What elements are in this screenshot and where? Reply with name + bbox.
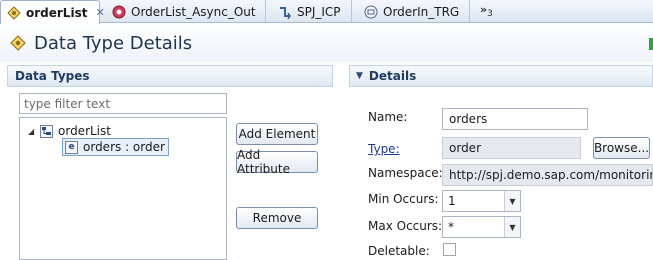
tree-item-orders[interactable]: e orders : order — [62, 138, 169, 156]
deletable-checkbox[interactable] — [443, 243, 456, 256]
tab-orderlist[interactable]: orderList ✕ — [0, 0, 105, 24]
min-occurs-combo[interactable]: 1 ▼ — [442, 190, 521, 212]
form-header: Data Type Details — [0, 24, 653, 62]
section-title: Details — [368, 69, 417, 83]
close-icon[interactable]: ✕ — [95, 6, 104, 19]
chevron-down-icon[interactable]: ▼ — [504, 191, 520, 211]
tab-overflow-button[interactable]: »3 — [480, 3, 493, 19]
mapping-icon — [278, 5, 292, 19]
page-title: Data Type Details — [34, 32, 193, 54]
editor-tab-bar: orderList ✕ OrderList_Async_Out SPJ_ICP … — [0, 0, 653, 24]
data-type-icon — [10, 35, 26, 51]
service-interface-icon — [112, 5, 126, 19]
name-input[interactable]: orders — [442, 108, 588, 130]
section-title: Data Types — [15, 69, 90, 83]
add-element-button[interactable]: Add Element — [236, 123, 318, 145]
overflow-count: 3 — [487, 9, 493, 20]
namespace-field: http://spj.demo.sap.com/monitoring — [442, 164, 653, 186]
max-occurs-label: Max Occurs: — [368, 219, 443, 233]
type-field: order — [442, 137, 581, 159]
namespace-value: http://spj.demo.sap.com/monitoring — [449, 168, 653, 182]
data-type-icon — [7, 5, 21, 20]
tree-item-label: orderList — [58, 124, 111, 138]
browse-button[interactable]: Browse... — [593, 137, 650, 159]
data-types-section-header: Data Types — [7, 65, 333, 87]
tab-orderlist-async-out[interactable]: OrderList_Async_Out — [106, 0, 266, 23]
message-type-icon — [364, 5, 378, 19]
tab-label: OrderList_Async_Out — [131, 4, 256, 19]
element-icon: e — [65, 140, 78, 154]
tab-label: SPJ_ICP — [297, 4, 341, 19]
add-attribute-button[interactable]: Add Attribute — [236, 148, 318, 176]
tab-orderin-trg[interactable]: OrderIn_TRG — [358, 0, 470, 23]
chevron-down-icon[interactable]: ▼ — [504, 217, 520, 237]
tab-label: orderList — [26, 5, 88, 20]
deletable-label: Deletable: — [368, 244, 430, 258]
max-occurs-combo[interactable]: * ▼ — [442, 216, 521, 238]
data-type-tree[interactable]: ◢ orderList e orders : order — [19, 117, 227, 260]
min-occurs-value: 1 — [448, 194, 456, 208]
filter-input[interactable] — [19, 93, 227, 114]
name-label: Name: — [368, 110, 408, 124]
type-value: order — [449, 141, 481, 155]
status-indicator — [649, 38, 653, 50]
tree-item-label: orders : order — [83, 140, 165, 154]
expand-triangle-icon[interactable]: ▼ — [356, 71, 363, 81]
tab-label: OrderIn_TRG — [383, 4, 460, 19]
name-value: orders — [449, 112, 488, 126]
collapse-icon[interactable]: ◢ — [28, 127, 40, 136]
details-section-header[interactable]: ▼ Details — [349, 65, 653, 87]
namespace-label: Namespace: — [368, 166, 443, 180]
type-link[interactable]: Type: — [368, 142, 400, 156]
remove-button[interactable]: Remove — [236, 207, 318, 229]
min-occurs-label: Min Occurs: — [368, 192, 439, 206]
complex-type-icon — [40, 124, 53, 138]
selected-tree-item[interactable]: e orders : order — [62, 138, 169, 156]
max-occurs-value: * — [448, 220, 454, 234]
tab-spj-icp[interactable]: SPJ_ICP — [272, 0, 352, 23]
